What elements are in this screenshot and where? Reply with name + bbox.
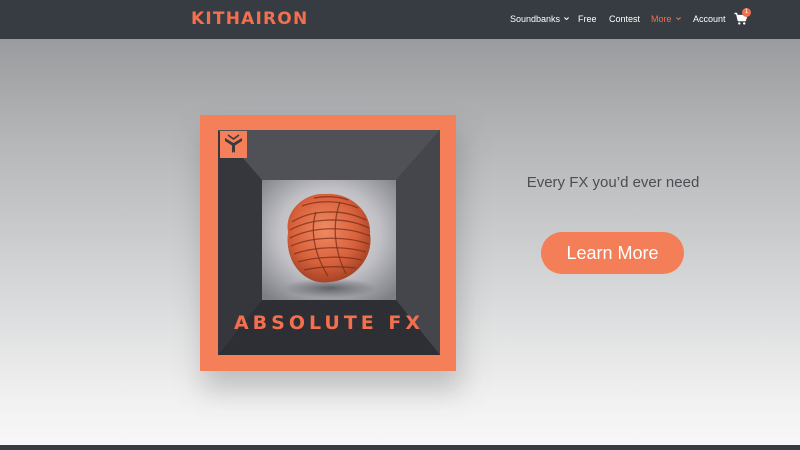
learn-more-button[interactable]: Learn More: [541, 232, 684, 274]
chevron-down-icon: [675, 17, 681, 21]
chevron-down-icon: [564, 17, 570, 21]
nav-item-more[interactable]: More: [651, 12, 682, 28]
site-logo[interactable]: KITHAIRON: [191, 9, 308, 29]
hero-tagline: Every FX you’d ever need: [526, 174, 700, 191]
album-cover[interactable]: ABSOLUTE FX: [200, 115, 456, 371]
nav-item-soundbanks[interactable]: Soundbanks: [510, 12, 570, 28]
top-navigation-bar: KITHAIRON Soundbanks Free Contest More A…: [0, 0, 800, 39]
nav-item-contest[interactable]: Contest: [609, 12, 640, 28]
footer-bar: [0, 445, 800, 450]
nav-item-free[interactable]: Free: [578, 12, 597, 28]
nav-item-account[interactable]: Account: [693, 12, 726, 28]
brand-badge: [220, 131, 247, 158]
nav-item-label: Soundbanks: [510, 14, 561, 24]
cover-title: ABSOLUTE FX: [233, 312, 425, 334]
kithairon-mark-icon: [225, 134, 242, 153]
cart-count-badge: 1: [742, 8, 751, 17]
nav-item-label: More: [651, 14, 672, 24]
